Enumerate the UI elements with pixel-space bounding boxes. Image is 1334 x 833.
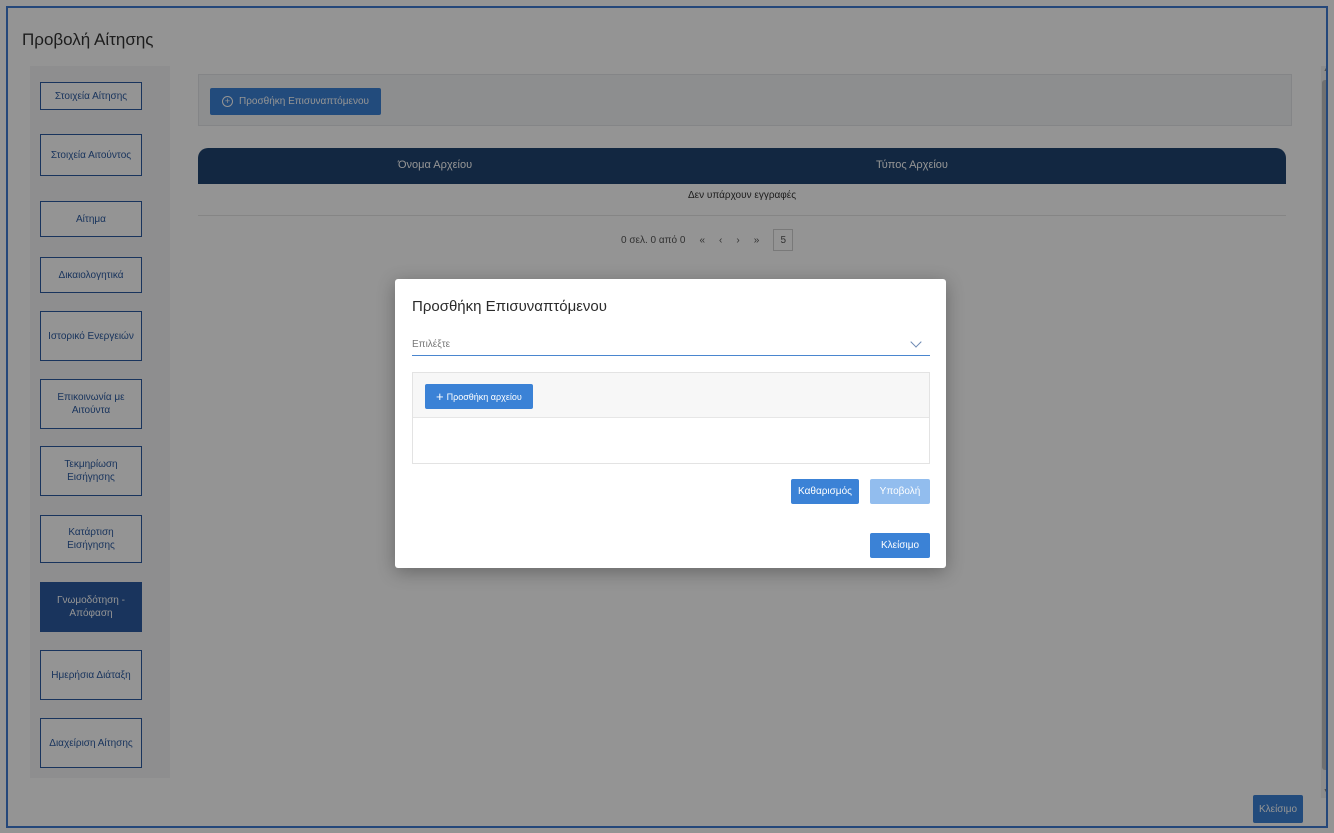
chevron-down-icon: [910, 336, 922, 348]
add-file-label: Προσθήκη αρχείου: [446, 391, 522, 402]
clear-button[interactable]: Καθαρισμός: [791, 479, 859, 504]
upload-toolbar: + Προσθήκη αρχείου: [413, 373, 929, 418]
plus-icon: +: [436, 389, 444, 404]
dialog-title: Προσθήκη Επισυναπτόμενου: [412, 298, 607, 315]
attachment-type-select[interactable]: Επιλέξτε: [412, 336, 930, 356]
add-file-button[interactable]: + Προσθήκη αρχείου: [425, 384, 533, 409]
add-attachment-dialog: Προσθήκη Επισυναπτόμενου Επιλέξτε + Προσ…: [395, 279, 946, 568]
file-upload-area[interactable]: + Προσθήκη αρχείου: [412, 372, 930, 464]
submit-button[interactable]: Υποβολή: [870, 479, 930, 504]
dialog-close-button[interactable]: Κλείσιμο: [870, 533, 930, 558]
select-placeholder: Επιλέξτε: [412, 339, 451, 350]
